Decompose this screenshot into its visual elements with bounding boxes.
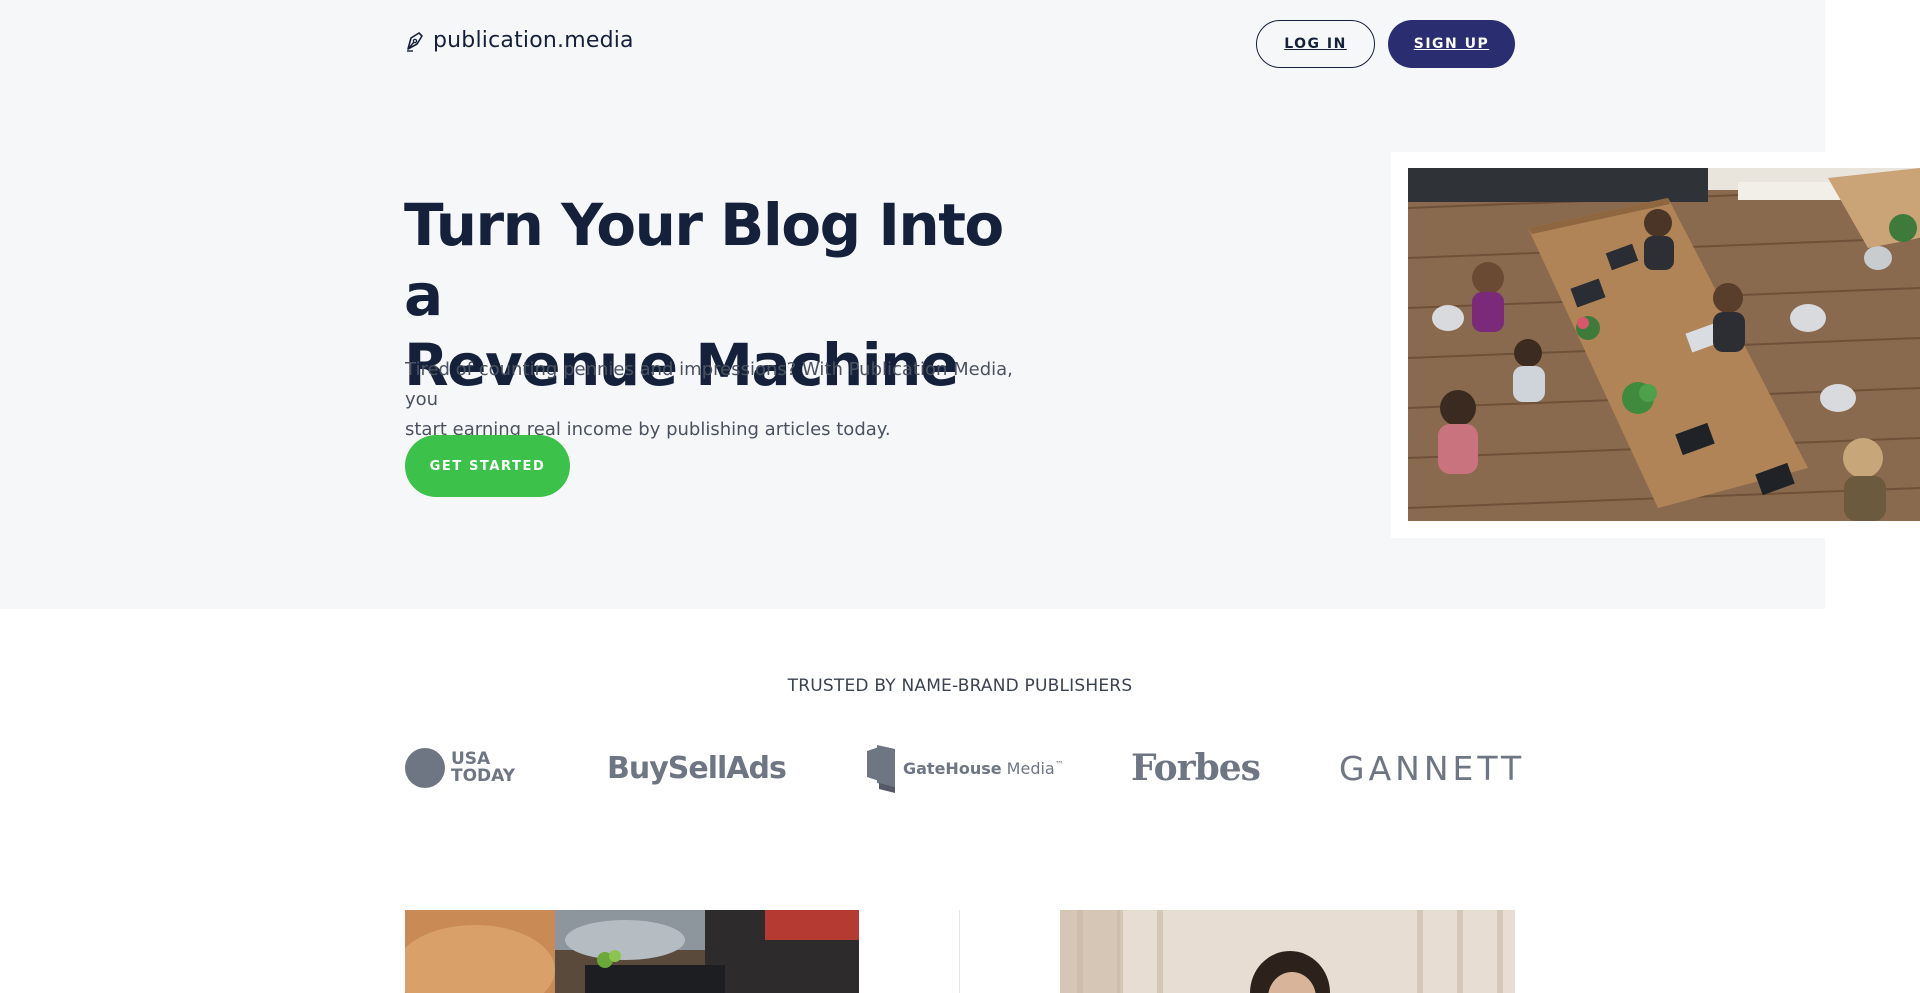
- forbes-logo: Forbes: [1131, 747, 1261, 789]
- gannett-logo: GANNETT: [1339, 748, 1526, 788]
- preview-divider: [959, 910, 960, 993]
- gatehouse-rest: Media: [1001, 758, 1055, 778]
- usatoday-line-2: TODAY: [451, 766, 515, 786]
- feature-image-right: [1060, 910, 1515, 993]
- signup-button[interactable]: SIGN UP: [1388, 20, 1515, 68]
- gatehouse-media-logo: GateHouse Media™: [865, 740, 1064, 796]
- gatehouse-tm: ™: [1054, 760, 1064, 771]
- login-button[interactable]: LOG IN: [1256, 20, 1375, 68]
- feature-image-left: [405, 910, 859, 993]
- pen-nib-icon: [407, 31, 423, 52]
- usatoday-wordmark: USA TODAY: [451, 751, 515, 785]
- gatehouse-mark-icon: [867, 745, 895, 793]
- buysellads-logo: BuySellAds: [607, 750, 787, 786]
- gatehouse-bold: GateHouse: [903, 758, 1002, 778]
- hero-subtext: Tired of counting pennies and impression…: [405, 355, 1045, 445]
- headline-line-1: Turn Your Blog Into a: [404, 191, 1004, 329]
- gatehouse-wordmark: GateHouse Media™: [903, 759, 1064, 778]
- subtext-line-1: Tired of counting pennies and impression…: [405, 359, 1013, 410]
- usatoday-circle-icon: [405, 748, 445, 788]
- hero-photo: [1408, 168, 1920, 521]
- usatoday-logo: USA TODAY: [405, 740, 515, 796]
- get-started-button[interactable]: GET STARTED: [405, 435, 570, 497]
- site-logo[interactable]: publication.media: [405, 28, 634, 53]
- logo-text: publication.media: [433, 28, 634, 53]
- trusted-heading: TRUSTED BY NAME-BRAND PUBLISHERS: [787, 676, 1133, 696]
